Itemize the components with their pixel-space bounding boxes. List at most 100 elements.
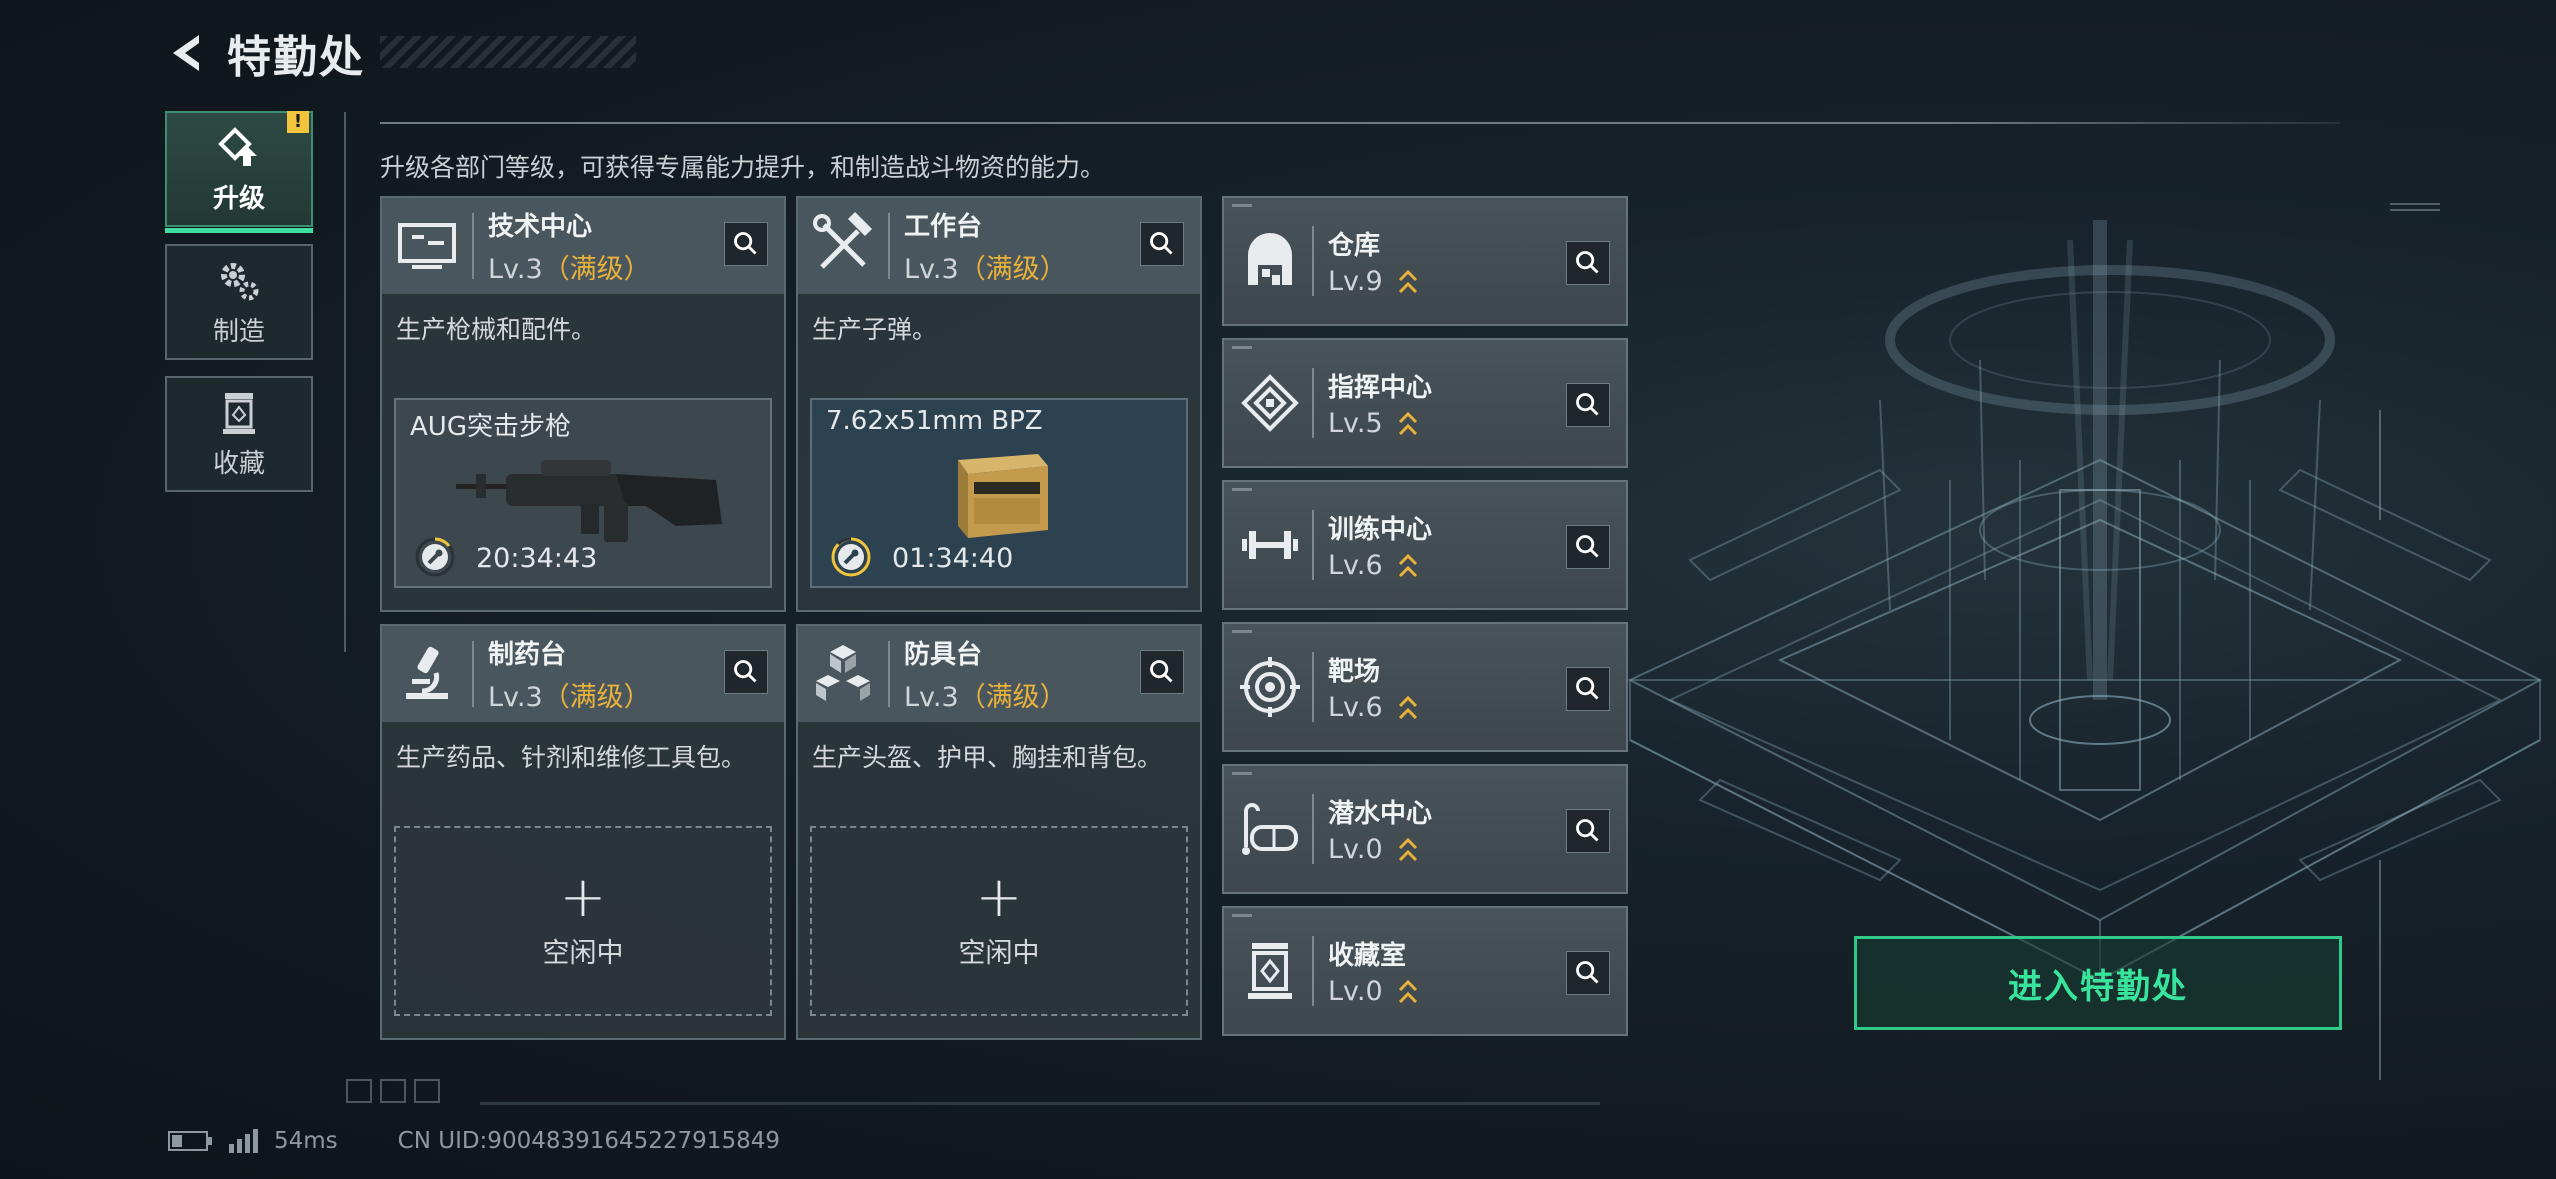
enter-special-ops-button[interactable]: 进入特勤处 <box>1854 936 2342 1030</box>
production-item-name: AUG突击步枪 <box>410 412 571 442</box>
dept-name: 技术中心 <box>488 212 593 242</box>
diving-mask-icon <box>1242 803 1298 855</box>
page-title: 特勤处 <box>227 32 365 83</box>
search-button[interactable] <box>1566 809 1610 853</box>
search-icon <box>1576 677 1599 700</box>
search-button[interactable] <box>724 650 768 694</box>
alert-badge: ! <box>287 111 309 133</box>
search-button[interactable] <box>724 222 768 266</box>
idle-slot[interactable]: + 空闲中 <box>810 826 1188 1016</box>
max-level-tag: （满级） <box>542 254 651 285</box>
wrench-timer-icon <box>415 537 455 577</box>
dept-item-command-center[interactable]: 指挥中心 Lv.5 <box>1222 338 1628 468</box>
dept-name: 制药台 <box>488 640 567 670</box>
dept-item-warehouse[interactable]: 仓库 Lv.9 <box>1222 196 1628 326</box>
back-arrow-icon[interactable] <box>165 31 209 75</box>
separator <box>888 213 890 279</box>
production-timer: 01:34:40 <box>892 543 1014 574</box>
collection-room-icon <box>1248 943 1292 999</box>
dept-item-collection-room[interactable]: 收藏室 Lv.0 <box>1222 906 1628 1036</box>
nav-tab-collection[interactable]: 收藏 <box>165 376 313 492</box>
upgrade-arrow-icon <box>1399 554 1418 578</box>
armor-boxes-icon <box>816 645 870 701</box>
search-icon <box>1576 819 1599 842</box>
wrench-timer-icon <box>831 537 871 577</box>
search-button[interactable] <box>1566 667 1610 711</box>
production-timer: 20:34:43 <box>476 543 598 574</box>
search-icon <box>1576 251 1599 274</box>
divider <box>344 112 346 652</box>
search-button[interactable] <box>1566 525 1610 569</box>
separator <box>1312 936 1314 1006</box>
dept-level: Lv.9 <box>1328 265 1383 297</box>
dept-card-pharmacy[interactable]: 制药台 Lv.3（满级） 生产药品、针剂和维修工具包。 + 空闲中 <box>380 624 786 1040</box>
dept-name: 仓库 <box>1328 230 1381 261</box>
page-description: 升级各部门等级，可获得专属能力提升，和制造战斗物资的能力。 <box>380 153 1106 182</box>
separator <box>1312 510 1314 580</box>
divider <box>480 1102 1600 1105</box>
dept-level: Lv.0 <box>1328 833 1383 865</box>
dept-level: Lv.6 <box>1328 691 1383 723</box>
nav-tab-label: 制造 <box>212 316 265 347</box>
dept-card-workbench[interactable]: 工作台 Lv.3（满级） 生产子弹。 7.62x51mm BPZ 01:34:4… <box>796 196 1202 612</box>
dept-item-shooting-range[interactable]: 靶场 Lv.6 <box>1222 622 1628 752</box>
upgrade-arrow-icon <box>1399 696 1418 720</box>
idle-slot[interactable]: + 空闲中 <box>394 826 772 1016</box>
command-center-icon <box>1241 374 1299 432</box>
idle-label: 空闲中 <box>958 937 1040 969</box>
separator <box>1312 368 1314 438</box>
search-icon <box>1576 393 1599 416</box>
nav-tab-label: 收藏 <box>212 448 265 479</box>
search-icon <box>1576 535 1599 558</box>
separator <box>472 213 474 279</box>
search-button[interactable] <box>1566 241 1610 285</box>
dept-description: 生产药品、针剂和维修工具包。 <box>396 743 747 772</box>
search-button[interactable] <box>1140 222 1184 266</box>
upgrade-icon <box>218 126 257 166</box>
nav-tab-upgrade[interactable]: ! 升级 <box>165 111 313 233</box>
dumbbell-icon <box>1242 531 1298 559</box>
ammo-box-image <box>958 454 1048 538</box>
production-item-name: 7.62x51mm BPZ <box>826 406 1043 436</box>
production-slot[interactable]: AUG突击步枪 20:34:43 <box>394 398 772 588</box>
dept-item-training-center[interactable]: 训练中心 Lv.6 <box>1222 480 1628 610</box>
dept-card-tech-center[interactable]: 技术中心 Lv.3（满级） 生产枪械和配件。 AUG突击步枪 20:34:43 <box>380 196 786 612</box>
dept-description: 生产枪械和配件。 <box>396 315 597 344</box>
corner-tick <box>1232 346 1252 349</box>
max-level-tag: （满级） <box>542 682 651 713</box>
add-icon: + <box>975 864 1023 930</box>
warehouse-icon <box>1248 233 1292 285</box>
separator <box>1312 794 1314 864</box>
workstation-icon <box>398 223 456 269</box>
dept-name: 训练中心 <box>1328 514 1433 545</box>
status-bar: 54ms CN UID:9004839164522791584​9 <box>168 1128 780 1154</box>
corner-tick <box>1232 204 1252 207</box>
user-uid: CN UID:9004839164522791584​9 <box>397 1128 780 1154</box>
dept-level: Lv.3 <box>488 254 543 285</box>
dept-card-armor[interactable]: 防具台 Lv.3（满级） 生产头盔、护甲、胸挂和背包。 + 空闲中 <box>796 624 1202 1040</box>
dept-level: Lv.3 <box>904 254 959 285</box>
production-slot[interactable]: 7.62x51mm BPZ 01:34:40 <box>810 398 1188 588</box>
nav-tab-craft[interactable]: 制造 <box>165 244 313 360</box>
search-button[interactable] <box>1140 650 1184 694</box>
max-level-tag: （满级） <box>958 682 1067 713</box>
hammer-wrench-icon <box>813 211 873 269</box>
separator <box>1312 226 1314 296</box>
search-button[interactable] <box>1566 383 1610 427</box>
corner-tick <box>1232 630 1252 633</box>
separator <box>1312 652 1314 722</box>
dept-description: 生产头盔、护甲、胸挂和背包。 <box>812 743 1163 772</box>
signal-icon <box>229 1129 258 1153</box>
title-decoration <box>380 36 636 68</box>
search-icon <box>734 232 757 255</box>
dept-item-diving-center[interactable]: 潜水中心 Lv.0 <box>1222 764 1628 894</box>
upgrade-arrow-icon <box>1399 412 1418 436</box>
add-icon: + <box>559 864 607 930</box>
microscope-icon <box>406 646 448 699</box>
dept-description: 生产子弹。 <box>812 315 938 344</box>
corner-tick <box>1232 772 1252 775</box>
corner-tick <box>1232 914 1252 917</box>
upgrade-arrow-icon <box>1399 270 1418 294</box>
search-button[interactable] <box>1566 951 1610 995</box>
separator <box>888 641 890 707</box>
